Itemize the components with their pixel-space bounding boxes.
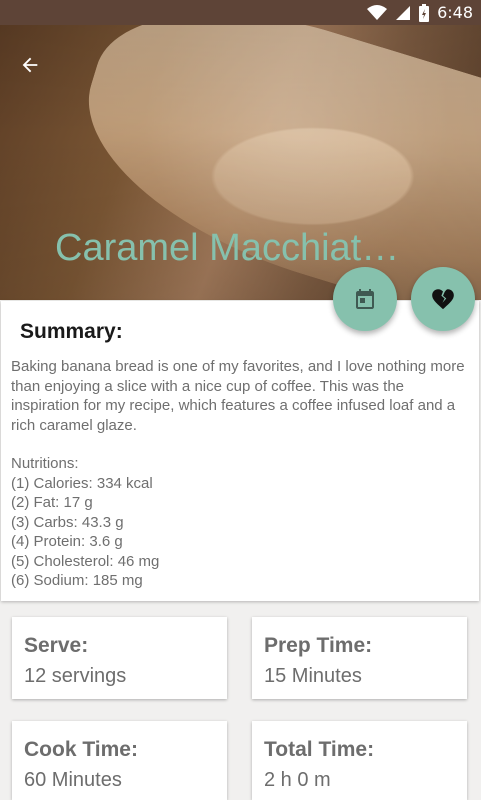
status-icons: 6:48 <box>367 3 473 22</box>
status-time: 6:48 <box>437 3 473 22</box>
serve-card: Serve: 12 servings <box>12 617 227 699</box>
favorite-button[interactable] <box>411 267 475 331</box>
summary-description: Baking banana bread is one of my favorit… <box>11 358 465 434</box>
nutrition-list: Nutritions: (1) Calories: 334 kcal (2) F… <box>11 454 473 591</box>
total-time-card: Total Time: 2 h 0 m <box>252 721 467 800</box>
summary-card: Summary: Baking banana bread is one of m… <box>1 301 479 601</box>
nutrition-item: (6) Sodium: 185 mg <box>11 572 143 589</box>
nutrition-heading: Nutritions: <box>11 455 79 472</box>
broken-heart-icon <box>432 289 454 310</box>
serve-label: Serve: <box>24 634 89 657</box>
total-time-value: 2 h 0 m <box>264 769 331 791</box>
wifi-icon <box>367 4 388 20</box>
recipe-hero-image: Caramel Macchiato Banana Bread <box>0 25 481 300</box>
cook-time-card: Cook Time: 60 Minutes <box>12 721 227 800</box>
summary-text: Baking banana bread is one of my favorit… <box>11 357 473 591</box>
signal-icon <box>396 5 411 20</box>
cook-time-label: Cook Time: <box>24 738 138 761</box>
nutrition-item: (3) Carbs: 43.3 g <box>11 513 124 531</box>
summary-heading: Summary: <box>20 320 123 343</box>
status-bar: 6:48 <box>0 0 481 25</box>
back-button[interactable] <box>10 45 50 85</box>
recipe-title: Caramel Macchiato Banana Bread <box>55 227 405 269</box>
add-to-calendar-button[interactable] <box>333 267 397 331</box>
battery-icon <box>419 3 430 22</box>
cook-time-value: 60 Minutes <box>24 769 122 791</box>
prep-time-label: Prep Time: <box>264 634 373 657</box>
serve-value: 12 servings <box>24 665 127 687</box>
calendar-icon <box>356 289 374 309</box>
nutrition-item: (4) Protein: 3.6 g <box>11 533 123 550</box>
prep-time-card: Prep Time: 15 Minutes <box>252 617 467 699</box>
nutrition-item: (2) Fat: 17 g <box>11 494 93 511</box>
arrow-back-icon <box>22 57 38 73</box>
total-time-label: Total Time: <box>264 738 375 761</box>
prep-time-value: 15 Minutes <box>264 665 362 687</box>
nutrition-item: (5) Cholesterol: 46 mg <box>11 552 160 570</box>
nutrition-item: (1) Calories: 334 kcal <box>11 474 153 492</box>
